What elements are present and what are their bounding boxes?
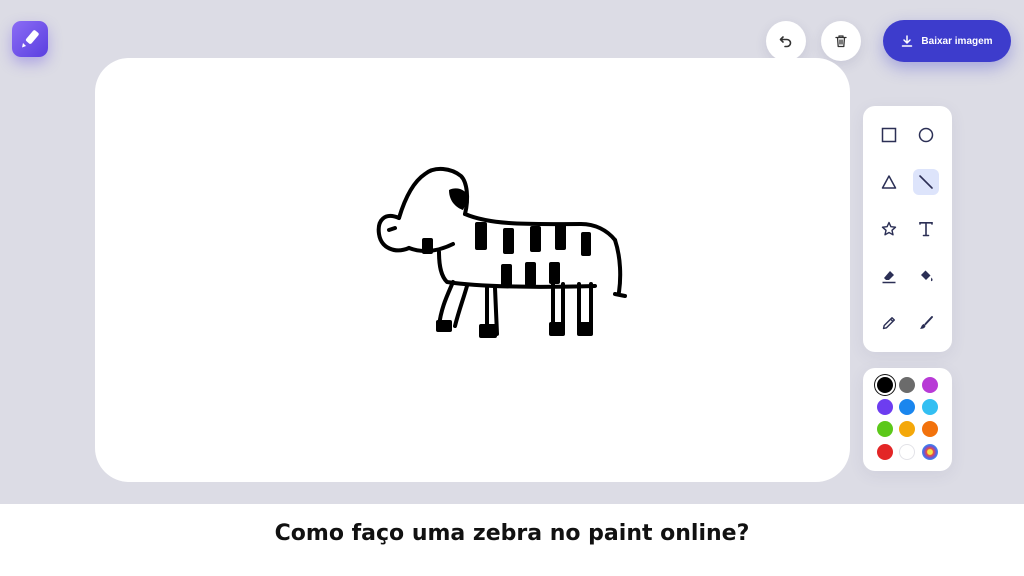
color-swatch-violet[interactable] [877, 399, 893, 415]
tool-circle[interactable] [913, 122, 939, 148]
color-swatch-light-blue[interactable] [922, 399, 938, 415]
color-swatch-orange[interactable] [922, 421, 938, 437]
undo-icon [779, 36, 792, 48]
clear-canvas-button[interactable] [821, 21, 861, 61]
tool-pencil[interactable] [876, 310, 902, 336]
undo-button[interactable] [766, 21, 806, 61]
square-icon [881, 127, 897, 143]
star-icon [881, 221, 897, 236]
color-swatch-red[interactable] [877, 444, 893, 460]
tool-star[interactable] [876, 216, 902, 242]
color-swatch-gray[interactable] [899, 377, 915, 393]
color-swatch-white[interactable] [899, 444, 915, 460]
color-picker-custom[interactable] [922, 444, 938, 460]
app-logo[interactable] [12, 21, 48, 57]
tool-fill[interactable] [913, 263, 939, 289]
caption-bar: Como faço uma zebra no paint online? [0, 504, 1024, 576]
trash-icon [835, 35, 847, 48]
tool-brush[interactable] [913, 310, 939, 336]
paint-bucket-icon [921, 270, 933, 282]
caption-text: Como faço uma zebra no paint online? [274, 520, 750, 546]
color-swatch-green[interactable] [877, 421, 893, 437]
eraser-icon [882, 271, 896, 284]
circle-icon [918, 127, 934, 143]
zebra-drawing [376, 167, 627, 338]
tool-rectangle[interactable] [876, 122, 902, 148]
tool-text[interactable] [913, 216, 939, 242]
download-icon [902, 35, 913, 47]
tool-eraser[interactable] [876, 263, 902, 289]
line-icon [919, 175, 933, 189]
brush-logo-icon [22, 30, 39, 48]
tool-line[interactable] [913, 169, 939, 195]
color-swatch-black[interactable] [877, 377, 893, 393]
color-swatch-yellow[interactable] [899, 421, 915, 437]
triangle-icon [881, 175, 897, 189]
color-swatch-purple[interactable] [922, 377, 938, 393]
pencil-icon [882, 317, 895, 330]
tool-triangle[interactable] [876, 169, 902, 195]
download-label: Baixar imagem [921, 35, 993, 47]
text-icon [919, 222, 933, 237]
download-image-button[interactable]: Baixar imagem [883, 20, 1011, 62]
color-palette [863, 368, 952, 471]
brush-icon [920, 316, 933, 329]
drawing-canvas[interactable] [95, 58, 850, 482]
color-swatch-blue[interactable] [899, 399, 915, 415]
tools-panel [863, 106, 952, 352]
